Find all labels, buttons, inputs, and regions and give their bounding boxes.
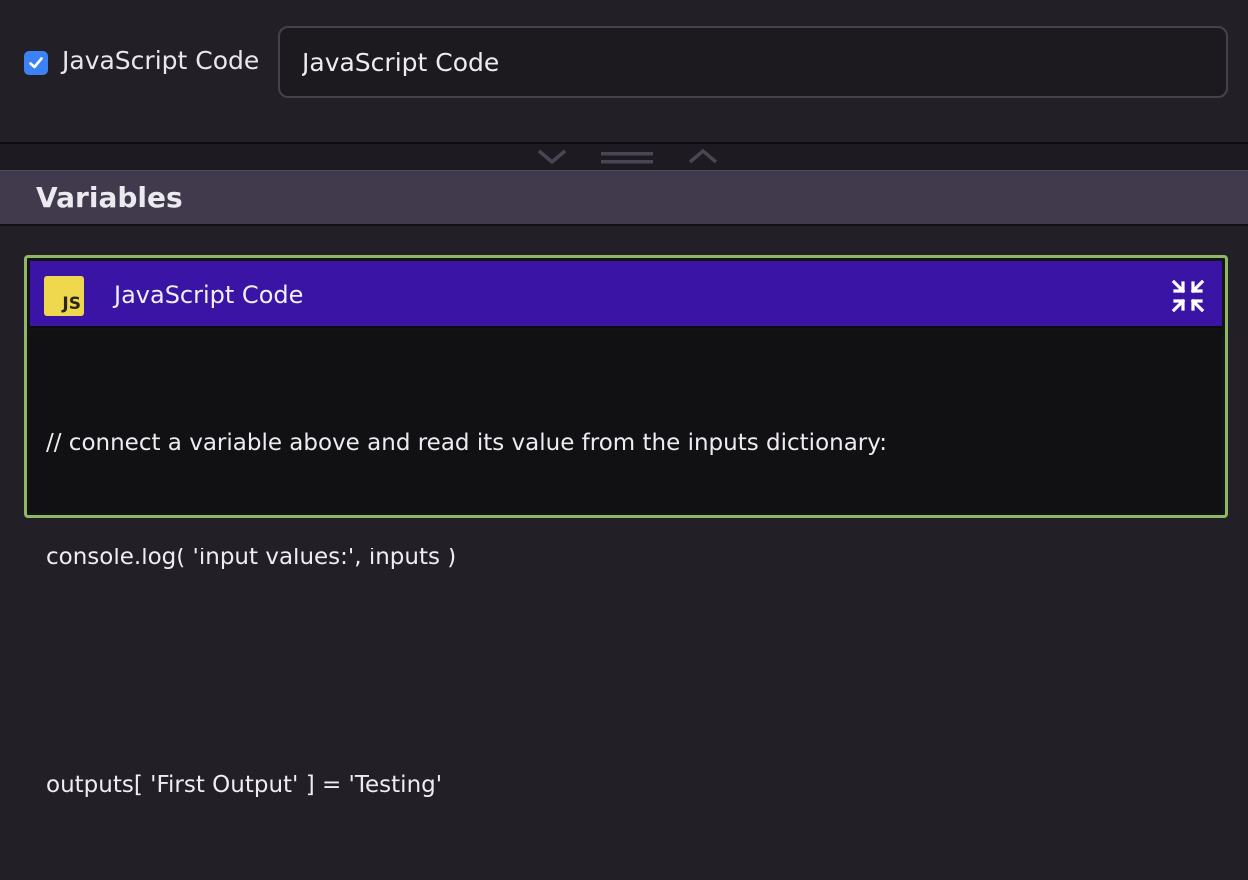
code-panel-header: JS JavaScript Code (30, 261, 1222, 328)
node-name-input[interactable] (278, 26, 1228, 98)
code-line[interactable]: // connect a variable above and read its… (46, 424, 1206, 462)
collapse-button[interactable] (1168, 276, 1208, 316)
enable-checkbox-label[interactable]: JavaScript Code (62, 44, 259, 78)
code-line[interactable]: outputs[ 'First Output' ] = 'Testing' (46, 766, 1206, 804)
node-settings-row: JavaScript Code (0, 0, 1248, 142)
code-line[interactable] (46, 652, 1206, 690)
checkmark-icon (29, 57, 43, 69)
panel-bottom-spacer (0, 518, 1248, 548)
code-editor[interactable]: // connect a variable above and read its… (30, 330, 1222, 798)
collapse-arrows-icon (1171, 279, 1205, 313)
chevron-up-icon[interactable] (688, 148, 718, 164)
panel-resize-bar[interactable] (0, 142, 1248, 170)
code-editor-panel: JS JavaScript Code // connect a variable… (24, 255, 1228, 798)
javascript-icon: JS (44, 276, 84, 316)
variables-section-header[interactable]: Variables (0, 170, 1248, 226)
enable-checkbox[interactable] (24, 51, 48, 75)
code-panel-title: JavaScript Code (114, 281, 304, 309)
chevron-down-icon[interactable] (537, 149, 567, 165)
drag-handle-icon[interactable] (601, 151, 653, 165)
section-title: Variables (36, 181, 183, 214)
